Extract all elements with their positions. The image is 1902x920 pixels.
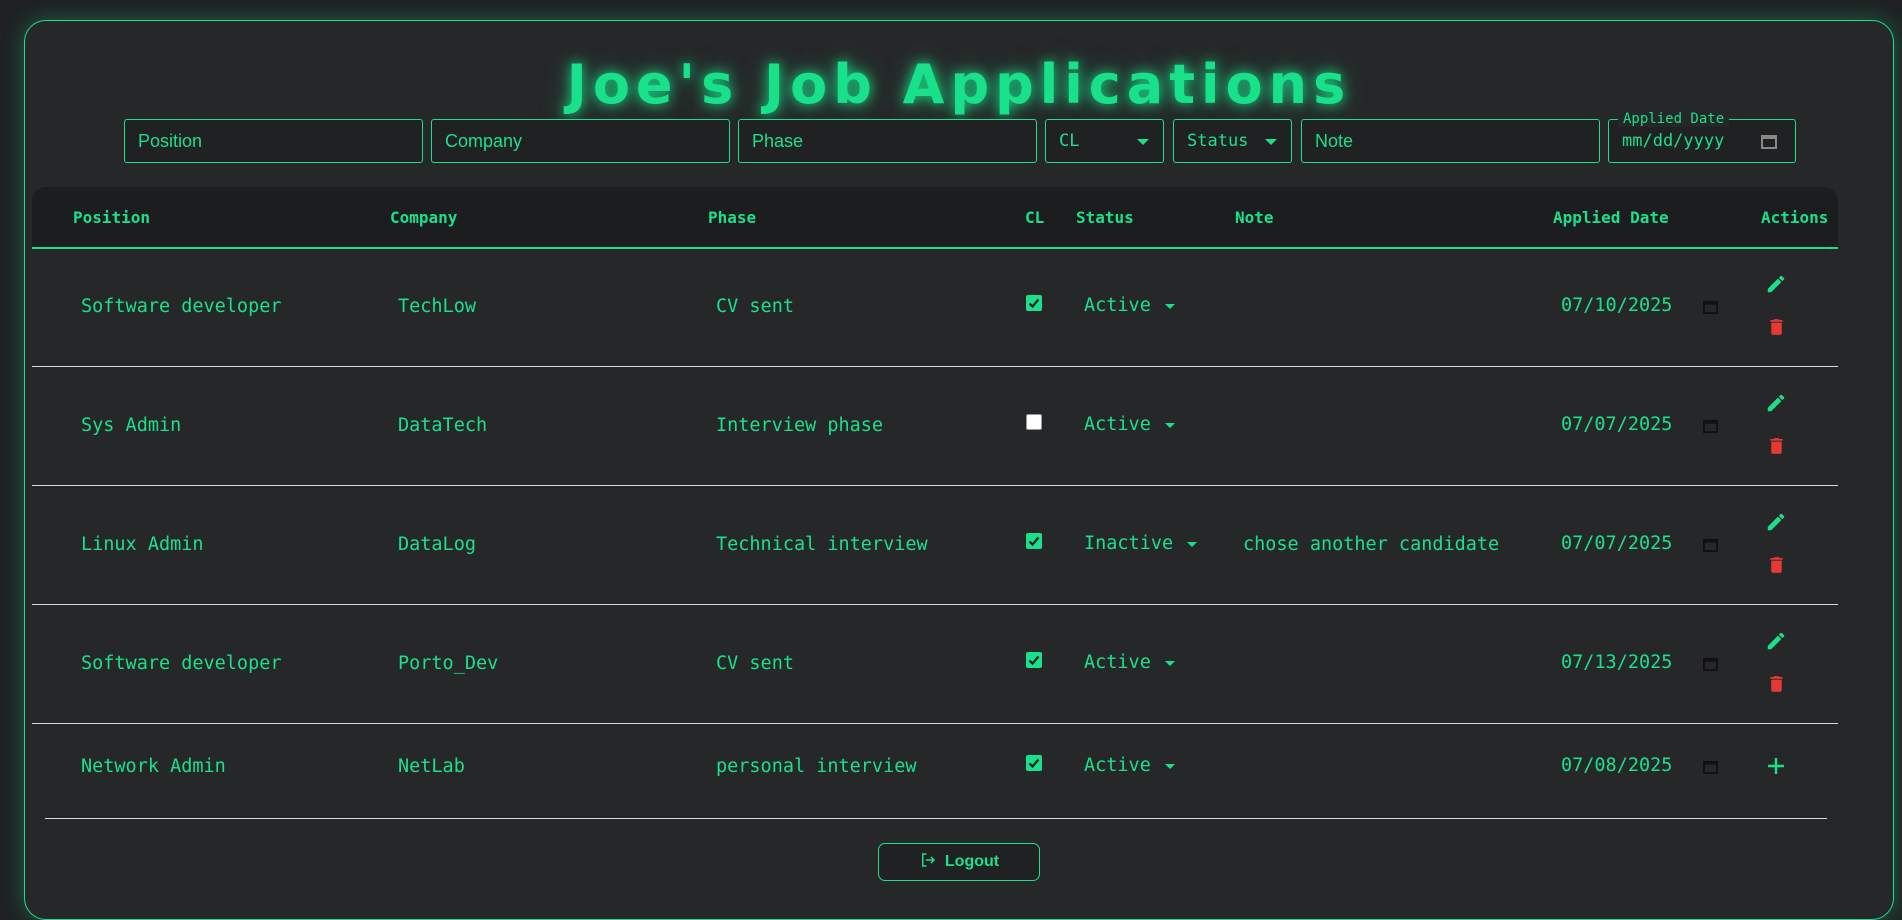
- logout-button[interactable]: Logout: [878, 843, 1040, 881]
- calendar-icon[interactable]: [1761, 133, 1777, 154]
- logout-icon: [919, 851, 937, 874]
- calendar-icon[interactable]: [1703, 298, 1718, 319]
- new-date-input[interactable]: 07/08/2025: [1561, 755, 1672, 776]
- header-note: Note: [1235, 208, 1274, 227]
- cell-note[interactable]: chose another candidate: [1243, 534, 1499, 555]
- logout-label: Logout: [944, 853, 1000, 870]
- table-row: Software developer Porto_Dev CV sent Act…: [32, 604, 1838, 724]
- table-bottom-divider: [45, 818, 1827, 819]
- position-filter-input[interactable]: Position: [124, 119, 423, 163]
- cell-phase[interactable]: Interview phase: [716, 415, 883, 436]
- status-value: Active: [1084, 295, 1151, 316]
- cell-phase[interactable]: CV sent: [716, 653, 794, 674]
- status-filter-value: Status: [1187, 131, 1249, 151]
- date-value: 07/07/2025: [1561, 414, 1673, 435]
- chevron-down-icon: [1137, 139, 1149, 145]
- trash-icon[interactable]: [1766, 316, 1787, 343]
- chevron-down-icon: [1164, 303, 1175, 309]
- status-value: Active: [1084, 755, 1151, 776]
- plus-icon[interactable]: [1766, 756, 1786, 781]
- applied-date-placeholder: mm/dd/yyyy: [1622, 131, 1725, 151]
- status-filter-select[interactable]: Status: [1173, 119, 1292, 163]
- cell-company[interactable]: DataTech: [398, 415, 487, 436]
- status-select[interactable]: Inactive: [1084, 533, 1198, 554]
- status-select[interactable]: Active: [1084, 652, 1175, 673]
- date-input[interactable]: 07/07/2025: [1561, 533, 1672, 554]
- cell-phase[interactable]: Technical interview: [716, 534, 928, 555]
- calendar-icon[interactable]: [1703, 417, 1718, 438]
- header-status: Status: [1076, 208, 1134, 227]
- calendar-icon[interactable]: [1703, 536, 1718, 557]
- status-value: Active: [1084, 652, 1151, 673]
- pencil-icon[interactable]: [1765, 392, 1787, 419]
- new-status-select[interactable]: Active: [1084, 755, 1175, 776]
- header-phase: Phase: [708, 208, 757, 227]
- applied-date-legend: Applied Date: [1618, 111, 1730, 127]
- date-input[interactable]: 07/07/2025: [1561, 414, 1672, 435]
- chevron-down-icon: [1164, 422, 1175, 428]
- table-row: Sys Admin DataTech Interview phase Activ…: [32, 366, 1838, 486]
- cl-checkbox[interactable]: [1026, 295, 1042, 311]
- status-value: Active: [1084, 414, 1151, 435]
- cl-filter-select[interactable]: CL: [1045, 119, 1164, 163]
- header-applied-date: Applied Date: [1553, 208, 1669, 227]
- date-value: 07/08/2025: [1561, 755, 1673, 776]
- table-row: Linux Admin DataLog Technical interview …: [32, 485, 1838, 605]
- cell-company[interactable]: Porto_Dev: [398, 653, 498, 674]
- new-application-row: Network Admin NetLab personal interview …: [32, 723, 1838, 793]
- calendar-icon[interactable]: [1703, 758, 1718, 779]
- status-select[interactable]: Active: [1084, 414, 1175, 435]
- status-value: Inactive: [1084, 533, 1174, 554]
- note-filter-input[interactable]: Note: [1301, 119, 1600, 163]
- cell-position[interactable]: Software developer: [81, 653, 281, 674]
- date-input[interactable]: 07/13/2025: [1561, 652, 1672, 673]
- date-value: 07/07/2025: [1561, 533, 1673, 554]
- cell-position[interactable]: Software developer: [81, 296, 281, 317]
- header-company: Company: [390, 208, 458, 227]
- phase-filter-input[interactable]: Phase: [738, 119, 1037, 163]
- date-value: 07/10/2025: [1561, 295, 1673, 316]
- note-filter-placeholder: Note: [1315, 130, 1354, 151]
- new-company-input[interactable]: NetLab: [398, 756, 465, 777]
- cell-company[interactable]: TechLow: [398, 296, 476, 317]
- status-select[interactable]: Active: [1084, 295, 1175, 316]
- date-input[interactable]: 07/10/2025: [1561, 295, 1672, 316]
- cell-position[interactable]: Linux Admin: [81, 534, 204, 555]
- pencil-icon[interactable]: [1765, 511, 1787, 538]
- pencil-icon[interactable]: [1765, 630, 1787, 657]
- table-header: Position Company Phase CL Status Note Ap…: [32, 187, 1838, 249]
- pencil-icon[interactable]: [1765, 273, 1787, 300]
- cell-phase[interactable]: CV sent: [716, 296, 794, 317]
- cl-checkbox[interactable]: [1026, 414, 1042, 430]
- new-position-input[interactable]: Network Admin: [81, 756, 226, 777]
- company-filter-placeholder: Company: [445, 130, 523, 151]
- position-filter-placeholder: Position: [138, 130, 203, 151]
- header-position: Position: [73, 208, 151, 227]
- chevron-down-icon: [1187, 541, 1198, 547]
- applications-table: Position Company Phase CL Status Note Ap…: [32, 187, 1838, 793]
- cell-position[interactable]: Sys Admin: [81, 415, 181, 436]
- chevron-down-icon: [1164, 660, 1175, 666]
- trash-icon[interactable]: [1766, 435, 1787, 462]
- chevron-down-icon: [1164, 763, 1175, 769]
- header-cl: CL: [1025, 208, 1045, 227]
- cell-company[interactable]: DataLog: [398, 534, 476, 555]
- trash-icon[interactable]: [1766, 673, 1787, 700]
- header-actions: Actions: [1761, 208, 1829, 227]
- new-cl-checkbox[interactable]: [1026, 755, 1042, 771]
- page-title: Joe's Job Applications: [566, 53, 1352, 116]
- company-filter-input[interactable]: Company: [431, 119, 730, 163]
- cl-checkbox[interactable]: [1026, 533, 1042, 549]
- cl-checkbox[interactable]: [1026, 652, 1042, 668]
- new-phase-input[interactable]: personal interview: [716, 756, 916, 777]
- applied-date-filter[interactable]: Applied Date mm/dd/yyyy: [1608, 111, 1796, 163]
- calendar-icon[interactable]: [1703, 655, 1718, 676]
- cl-filter-value: CL: [1059, 131, 1080, 151]
- table-row: Software developer TechLow CV sent Activ…: [32, 247, 1838, 367]
- phase-filter-placeholder: Phase: [752, 130, 804, 151]
- chevron-down-icon: [1265, 139, 1277, 145]
- date-value: 07/13/2025: [1561, 652, 1673, 673]
- trash-icon[interactable]: [1766, 554, 1787, 581]
